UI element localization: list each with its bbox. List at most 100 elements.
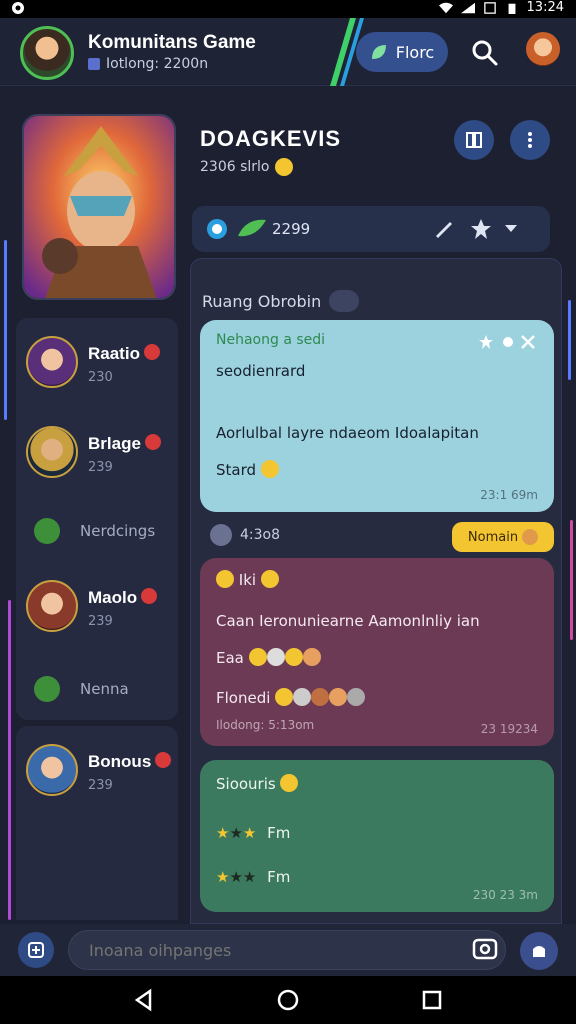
notification-badge bbox=[141, 588, 158, 604]
emoji-icon bbox=[266, 648, 285, 666]
message-input[interactable] bbox=[68, 930, 506, 970]
star-icon: ★ bbox=[216, 868, 230, 886]
message-time: 23 19234 bbox=[480, 722, 538, 736]
sidebar: Raatio 230 Brlage 239 Nerdcings Maolo 23… bbox=[16, 318, 178, 720]
message-time: 23:1 69m bbox=[480, 488, 538, 502]
chevron-down-icon[interactable] bbox=[504, 222, 518, 234]
emoji-icon bbox=[275, 158, 294, 176]
message-header: Sioouris bbox=[216, 775, 276, 793]
profile-avatar[interactable] bbox=[526, 32, 560, 66]
status-bar: 13:24 bbox=[0, 0, 576, 18]
reaction-icons[interactable] bbox=[478, 334, 536, 350]
avatar bbox=[26, 744, 78, 796]
game-cover-image[interactable] bbox=[22, 114, 176, 300]
chat-message[interactable]: Nehaong a sedi seodienrard Aorlulbal lay… bbox=[200, 320, 554, 512]
chat-message[interactable]: Iki Caan Ieronuniearne Aamonlnliy ian Ea… bbox=[200, 558, 554, 746]
composer bbox=[0, 924, 576, 976]
clock-icon bbox=[210, 524, 232, 546]
leaf-icon bbox=[238, 219, 266, 237]
emoji-icon bbox=[522, 529, 539, 545]
sidebar-item-label: Bonous bbox=[88, 752, 152, 771]
sidebar-item-sub: 239 bbox=[88, 778, 113, 793]
library-button[interactable] bbox=[454, 120, 494, 160]
avatar bbox=[26, 426, 78, 478]
leaf-icon bbox=[34, 518, 60, 544]
send-button[interactable] bbox=[520, 932, 558, 970]
star-icon: ★ bbox=[229, 824, 243, 842]
home-icon[interactable] bbox=[276, 988, 300, 1012]
sidebar-link-nerdcings[interactable]: Nerdcings bbox=[16, 512, 178, 552]
badge-icon bbox=[88, 58, 100, 70]
message-line: Stard bbox=[216, 461, 257, 479]
sidebar-item-sub: 239 bbox=[88, 460, 113, 475]
page-title: Komunitans Game bbox=[88, 32, 256, 53]
header-subtitle-text: Iotlong: 2200n bbox=[106, 56, 209, 72]
star-icon[interactable] bbox=[470, 218, 492, 240]
room-title-text: Ruang Obrobin bbox=[202, 291, 322, 311]
room-tag[interactable] bbox=[329, 290, 360, 312]
message-meta-text: 4:3o8 bbox=[240, 527, 281, 543]
message-line: Fm bbox=[267, 824, 291, 842]
info-icon[interactable] bbox=[206, 218, 228, 240]
avatar[interactable] bbox=[20, 26, 74, 80]
message-sub: Ilodong: 5:13om bbox=[216, 718, 315, 732]
wifi-icon bbox=[438, 2, 453, 13]
message-line: Caan Ieronuniearne Aamonlnliy ian bbox=[216, 612, 480, 630]
sidebar-lower: Bonous 239 bbox=[16, 726, 178, 920]
emoji-icon bbox=[293, 688, 312, 706]
emoji-icon bbox=[284, 648, 303, 666]
emoji-icon bbox=[311, 688, 330, 706]
tag-chip[interactable]: Nomain bbox=[452, 522, 554, 552]
avatar bbox=[26, 336, 78, 388]
filter-button[interactable]: Florc bbox=[356, 32, 448, 72]
chat-message[interactable]: Sioouris ★★★ Fm ★★★ Fm 230 23 3m bbox=[200, 760, 554, 912]
neon-line bbox=[8, 600, 11, 920]
neon-line bbox=[568, 300, 571, 380]
edit-icon[interactable] bbox=[434, 220, 454, 238]
clock: 13:24 bbox=[526, 0, 564, 15]
sidebar-item-label: Raatio bbox=[88, 344, 140, 363]
message-header: Iki bbox=[238, 571, 257, 589]
signal-icon bbox=[460, 2, 475, 13]
avatar bbox=[26, 580, 78, 632]
message-line: Eaa bbox=[216, 649, 244, 667]
more-icon bbox=[528, 132, 532, 148]
emoji-icon bbox=[260, 570, 279, 588]
sidebar-link-nenna[interactable]: Nenna bbox=[16, 670, 178, 710]
more-button[interactable] bbox=[510, 120, 550, 160]
camera-icon[interactable] bbox=[470, 934, 500, 964]
message-meta: 4:3o8 bbox=[210, 524, 280, 546]
star-icon: ★ bbox=[242, 868, 257, 886]
notification-badge bbox=[143, 344, 160, 360]
sidebar-link-label: Nerdcings bbox=[80, 522, 156, 540]
sidebar-item-bonous[interactable]: Bonous 239 bbox=[16, 734, 178, 804]
game-subtitle: 2306 slrlo bbox=[200, 158, 294, 176]
emoji-icon bbox=[260, 460, 279, 478]
game-title: DOAGKEVIS bbox=[200, 126, 342, 151]
message-line: Flonedi bbox=[216, 689, 271, 707]
neon-line bbox=[570, 520, 573, 640]
back-icon[interactable] bbox=[132, 988, 156, 1012]
sidebar-item-maolo[interactable]: Maolo 239 bbox=[16, 570, 178, 640]
game-subtitle-text: 2306 slrlo bbox=[200, 159, 270, 175]
add-button[interactable] bbox=[18, 932, 54, 968]
star-icon: ★ bbox=[242, 824, 257, 842]
sidebar-item-raatio[interactable]: Raatio 230 bbox=[16, 326, 178, 396]
message-line: Fm bbox=[267, 868, 291, 886]
sidebar-item-label: Maolo bbox=[88, 588, 138, 607]
star-icon: ★ bbox=[216, 824, 230, 842]
notification-badge bbox=[155, 752, 172, 768]
header-subtitle: Iotlong: 2200n bbox=[88, 56, 208, 72]
status-icons: 13:24 bbox=[438, 0, 564, 15]
emoji-icon bbox=[302, 648, 321, 666]
sim-icon bbox=[483, 1, 496, 14]
filter-button-label: Florc bbox=[395, 42, 435, 62]
navigation-bar bbox=[0, 976, 576, 1024]
sidebar-item-brlage[interactable]: Brlage 239 bbox=[16, 416, 178, 486]
search-icon[interactable] bbox=[470, 38, 500, 68]
recents-icon[interactable] bbox=[420, 988, 444, 1012]
emoji-icon bbox=[248, 648, 267, 666]
library-icon bbox=[466, 132, 482, 148]
sidebar-item-label: Brlage bbox=[88, 434, 141, 453]
app-header: Komunitans Game Iotlong: 2200n Florc bbox=[0, 18, 576, 86]
